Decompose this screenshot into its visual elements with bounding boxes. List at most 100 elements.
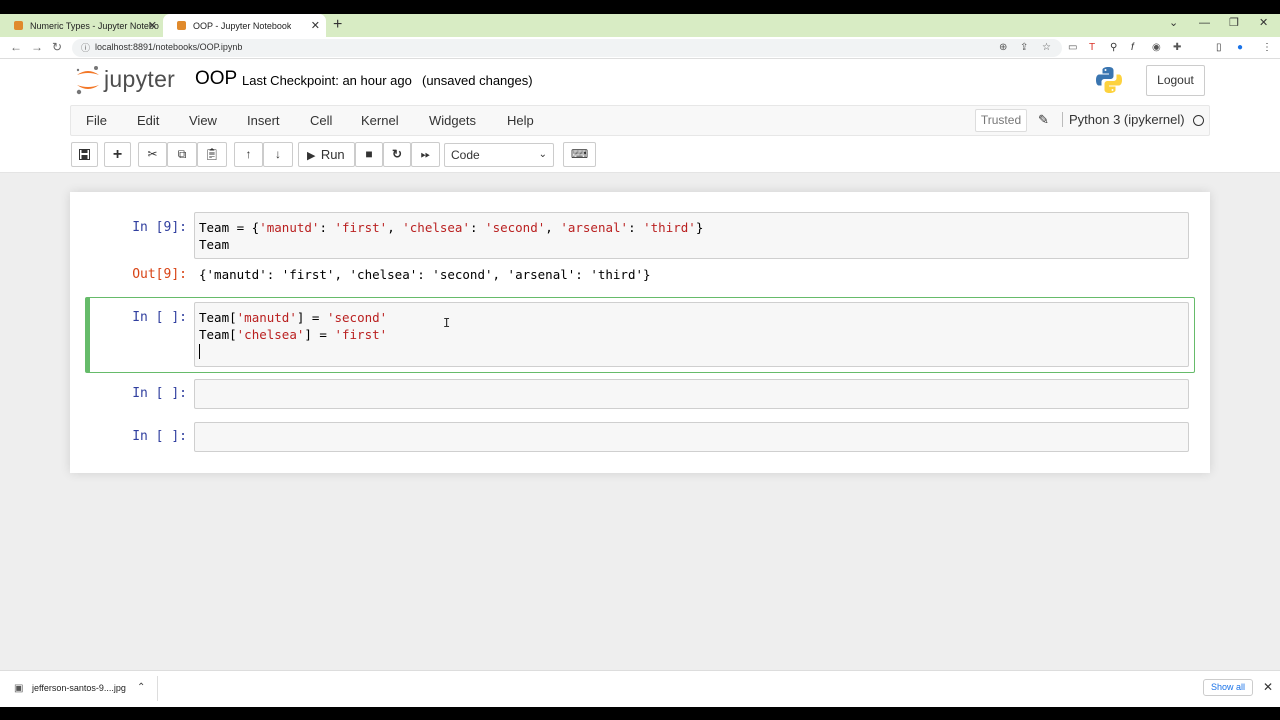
play-icon: ▶ <box>307 150 316 162</box>
site-info-icon[interactable]: ⓘ <box>81 41 90 54</box>
trusted-indicator[interactable]: Trusted <box>975 109 1027 132</box>
url-field[interactable]: ⓘ localhost:8891/notebooks/OOP.ipynb <box>72 39 1062 57</box>
edit-mode-pencil-icon: ✎ <box>1038 112 1049 127</box>
mouse-ibeam-cursor-icon: I <box>443 316 451 330</box>
cut-button[interactable]: ✂ <box>138 142 167 167</box>
forward-icon[interactable]: → <box>31 40 43 54</box>
code-input-area[interactable] <box>194 379 1189 409</box>
move-down-button[interactable]: ↓ <box>263 142 293 167</box>
back-icon[interactable]: ← <box>10 40 22 54</box>
menu-cell[interactable]: Cell <box>310 113 332 128</box>
menu-view[interactable]: View <box>189 113 217 128</box>
kernel-idle-indicator-icon <box>1193 115 1204 126</box>
paste-button[interactable]: 📋︎ <box>197 142 227 167</box>
image-file-icon: ▣ <box>14 683 24 694</box>
chevron-up-icon[interactable]: ⌃ <box>137 682 145 693</box>
zoom-icon[interactable]: ⊕ <box>999 42 1007 53</box>
code-input-area[interactable] <box>194 422 1189 452</box>
screen: Numeric Types - Jupyter Notebo ✕ OOP - J… <box>0 0 1280 720</box>
cell-type-select[interactable]: Code ⌄ <box>444 143 554 167</box>
bookmark-star-icon[interactable]: ☆ <box>1042 42 1051 53</box>
jupyter-favicon-icon <box>177 21 186 30</box>
save-button[interactable] <box>71 142 98 167</box>
checkpoint-status: Last Checkpoint: an hour ago <box>242 73 412 88</box>
tab-label: OOP - Jupyter Notebook <box>193 20 292 31</box>
restart-button[interactable]: ↻ <box>383 142 411 167</box>
maximize-icon[interactable]: ❐ <box>1229 14 1239 37</box>
code-line: Team['manutd'] = 'second' <box>199 310 388 325</box>
insert-cell-button[interactable]: + <box>104 142 131 167</box>
python-logo-icon <box>1096 67 1122 93</box>
tab-search-icon[interactable]: ⌄ <box>1169 14 1178 37</box>
interrupt-button[interactable]: ■ <box>355 142 383 167</box>
kernel-name[interactable]: Python 3 (ipykernel) <box>1062 112 1185 127</box>
extension-icon[interactable]: f <box>1131 42 1134 53</box>
input-prompt: In [ ]: <box>132 386 187 401</box>
tab-label: Numeric Types - Jupyter Notebo <box>30 20 159 31</box>
jupyter-favicon-icon <box>14 21 23 30</box>
menu-widgets[interactable]: Widgets <box>429 113 476 128</box>
save-icon <box>79 149 90 160</box>
new-tab-icon[interactable]: + <box>333 14 342 37</box>
keyboard-icon: ⌨ <box>570 147 589 161</box>
close-icon[interactable]: ✕ <box>1263 680 1273 694</box>
output-prompt: Out[9]: <box>132 267 187 282</box>
extension-icon[interactable]: T <box>1089 42 1095 53</box>
menu-file[interactable]: File <box>86 113 107 128</box>
restart-icon: ↻ <box>391 147 403 161</box>
minimize-icon[interactable]: — <box>1199 14 1210 37</box>
stop-icon: ■ <box>365 147 373 161</box>
input-prompt: In [ ]: <box>132 429 187 444</box>
menu-help[interactable]: Help <box>507 113 534 128</box>
jupyter-logo-icon <box>76 66 99 95</box>
extensions-puzzle-icon[interactable]: ✚ <box>1173 42 1181 53</box>
side-panel-icon[interactable]: ▯ <box>1216 42 1222 53</box>
notebook-name[interactable]: OOP <box>195 68 237 90</box>
move-up-button[interactable]: ↑ <box>234 142 263 167</box>
code-line: Team = {'manutd': 'first', 'chelsea': 's… <box>199 220 704 235</box>
command-palette-button[interactable]: ⌨ <box>563 142 596 167</box>
arrow-down-icon: ↓ <box>275 147 281 161</box>
paste-icon: 📋︎ <box>204 147 220 161</box>
profile-icon[interactable]: ● <box>1237 42 1243 53</box>
plus-icon: + <box>112 146 123 163</box>
run-button[interactable]: ▶ Run <box>298 142 355 167</box>
extension-icon[interactable]: ◉ <box>1152 42 1161 53</box>
menu-insert[interactable]: Insert <box>247 113 280 128</box>
close-icon[interactable]: ✕ <box>311 19 320 32</box>
menu-edit[interactable]: Edit <box>137 113 159 128</box>
code-line: Team <box>199 237 230 252</box>
cell-type-value: Code <box>451 148 480 162</box>
copy-button[interactable]: ⧉ <box>167 142 197 167</box>
download-shelf <box>0 670 1280 707</box>
chevron-down-icon: ⌄ <box>538 149 547 160</box>
menu-kernel[interactable]: Kernel <box>361 113 399 128</box>
jupyter-header <box>0 59 1280 105</box>
url-text: localhost:8891/notebooks/OOP.ipynb <box>95 42 243 52</box>
browser-tab-oop[interactable]: OOP - Jupyter Notebook ✕ <box>163 14 326 37</box>
scissors-icon: ✂ <box>147 147 158 161</box>
close-icon[interactable]: ✕ <box>148 19 157 32</box>
text-cursor <box>199 344 200 359</box>
show-all-button[interactable]: Show all <box>1203 679 1253 696</box>
jupyter-wordmark: jupyter <box>104 66 176 92</box>
copy-icon: ⧉ <box>177 147 187 161</box>
run-label: Run <box>320 147 345 162</box>
reload-icon[interactable]: ↻ <box>52 40 62 54</box>
divider <box>157 676 158 701</box>
code-line: Team['chelsea'] = 'first' <box>199 327 388 342</box>
download-item[interactable]: jefferson-santos-9....jpg <box>32 683 126 693</box>
extension-icon[interactable]: ⚲ <box>1110 42 1117 53</box>
share-icon[interactable]: ⇪ <box>1020 42 1028 53</box>
fast-forward-icon: ⏩︎ <box>420 147 431 161</box>
input-prompt: In [ ]: <box>132 310 187 325</box>
logout-button[interactable]: Logout <box>1146 65 1205 96</box>
input-prompt: In [9]: <box>132 220 187 235</box>
jupyter-logo[interactable]: jupyter <box>74 64 184 96</box>
browser-menu-icon[interactable]: ⋮ <box>1262 42 1272 53</box>
window-close-icon[interactable]: ✕ <box>1259 14 1268 37</box>
restart-run-all-button[interactable]: ⏩︎ <box>411 142 440 167</box>
browser-tab-numeric-types[interactable]: Numeric Types - Jupyter Notebo ✕ <box>0 14 163 37</box>
arrow-up-icon: ↑ <box>245 147 252 161</box>
extension-icon[interactable]: ▭ <box>1068 42 1077 53</box>
